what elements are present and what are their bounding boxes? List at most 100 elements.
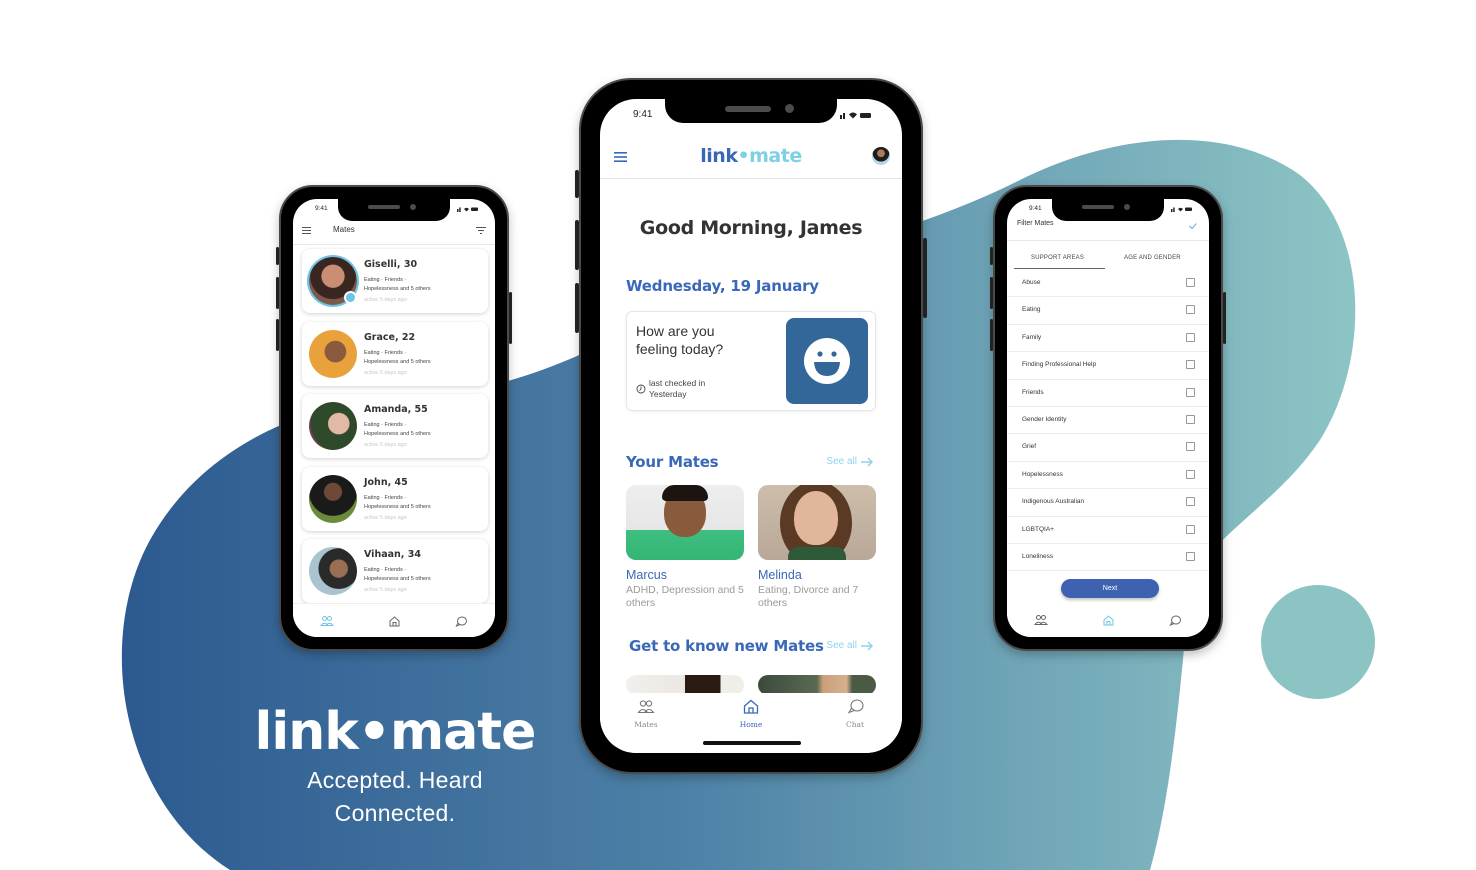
signal-wifi-battery-icon xyxy=(1171,207,1192,212)
filter-checkbox[interactable] xyxy=(1186,524,1195,534)
new-mate-photo[interactable] xyxy=(626,675,744,695)
mate-card[interactable]: Giselli, 30 Eating · Friends · Hopelessne… xyxy=(302,249,488,313)
power-button xyxy=(509,292,512,344)
filter-row[interactable]: Abuse xyxy=(1007,270,1209,298)
app-header: link•mate xyxy=(600,139,902,179)
tab-label: Mates xyxy=(634,720,658,729)
tab-mates[interactable] xyxy=(317,613,337,629)
your-mates-title: Your Mates xyxy=(626,453,719,471)
volume-up-button xyxy=(990,277,993,309)
tab-home[interactable] xyxy=(1098,612,1118,628)
mate-card[interactable]: John, 45 Eating · Friends · Hopelessness … xyxy=(302,466,488,531)
mate-tags: Eating · Friends · Hopelessness and 5 oth… xyxy=(364,349,431,365)
mates-list-screen: 9:41 Mates Giselli, 30 Eating · Friends … xyxy=(293,199,495,637)
mate-description: Eating, Divorce and 7 others xyxy=(758,584,859,609)
status-time: 9:41 xyxy=(633,109,653,120)
mate-card[interactable]: Amanda, 55 Eating · Friends · Hopelessnes… xyxy=(302,394,488,458)
mate-name: Grace, 22 xyxy=(364,331,416,343)
new-mate-photo[interactable] xyxy=(758,675,876,695)
filter-checkbox[interactable] xyxy=(1186,415,1195,424)
next-button[interactable]: Next xyxy=(1061,579,1159,598)
filter-checkbox[interactable] xyxy=(1186,360,1195,370)
filter-row[interactable]: Loneliness xyxy=(1007,544,1209,572)
filter-row[interactable]: Indigenous Australian xyxy=(1007,489,1209,517)
tagline-line2: Connected. xyxy=(334,800,456,826)
home-indicator xyxy=(703,741,801,745)
app-logo: link•mate xyxy=(700,145,802,167)
mute-switch xyxy=(575,170,579,198)
filter-checkbox[interactable] xyxy=(1186,497,1195,507)
filter-checkbox[interactable] xyxy=(1186,469,1195,479)
brand-block: link•mate Accepted. Heard Connected. xyxy=(230,700,560,830)
filter-row[interactable]: Gender Identity xyxy=(1007,407,1209,435)
mood-question: How are you feeling today? xyxy=(636,323,724,357)
avatar xyxy=(309,402,357,450)
filter-label: Hopelessness xyxy=(1022,470,1063,478)
volume-down-button xyxy=(276,319,279,351)
filter-row[interactable]: Family xyxy=(1007,325,1209,353)
smiley-icon xyxy=(804,338,850,384)
people-icon xyxy=(637,700,655,714)
filter-title: Filter Mates xyxy=(1017,220,1054,227)
status-time: 9:41 xyxy=(315,205,328,212)
filter-checkbox[interactable] xyxy=(1186,332,1195,342)
clock-icon xyxy=(636,384,646,394)
tab-home[interactable]: Home xyxy=(726,699,776,729)
people-icon xyxy=(320,616,334,626)
mate-card[interactable]: Grace, 22 Eating · Friends · Hopelessness… xyxy=(302,321,488,386)
filter-row[interactable]: Hopelessness xyxy=(1007,462,1209,490)
filter-checkbox[interactable] xyxy=(1186,278,1195,287)
phone-mates-list: 9:41 Mates Giselli, 30 Eating · Friends … xyxy=(276,185,512,651)
tab-age-and-gender[interactable]: AGE AND GENDER xyxy=(1124,255,1181,261)
notch xyxy=(665,99,837,123)
filter-row[interactable]: Friends xyxy=(1007,380,1209,407)
tab-chat[interactable]: Chat xyxy=(830,699,880,729)
mate-tags: Eating · Friends · Hopelessness and 5 oth… xyxy=(364,494,431,510)
check-icon[interactable] xyxy=(1189,223,1197,229)
filter-checkbox[interactable] xyxy=(1186,305,1195,315)
background-circle xyxy=(1261,585,1375,699)
avatar xyxy=(309,329,357,378)
filter-row[interactable]: Finding Professional Help xyxy=(1007,352,1209,380)
mood-checkin-card[interactable]: How are you feeling today? last checked … xyxy=(626,311,876,411)
filter-icon[interactable] xyxy=(476,227,486,234)
filter-row[interactable]: LGBTQIA+ xyxy=(1007,517,1209,544)
current-date: Wednesday, 19 January xyxy=(626,277,819,295)
filter-label: LGBTQIA+ xyxy=(1022,525,1054,533)
profile-avatar[interactable] xyxy=(872,147,890,165)
home-icon xyxy=(743,699,759,714)
mate-photo-melinda[interactable] xyxy=(758,485,876,560)
tab-chat[interactable] xyxy=(1165,612,1185,628)
mate-name[interactable]: Marcus xyxy=(626,568,667,582)
tab-support-areas[interactable]: SUPPORT AREAS xyxy=(1031,255,1084,261)
tab-label: Chat xyxy=(845,720,865,729)
mute-switch xyxy=(276,247,279,265)
tagline-line1: Accepted. Heard xyxy=(307,767,483,793)
active-tab-indicator xyxy=(1014,268,1105,269)
filter-label: Family xyxy=(1022,333,1042,341)
hamburger-icon[interactable] xyxy=(302,227,311,234)
tab-chat[interactable] xyxy=(451,613,471,629)
new-mates-see-all[interactable]: See all xyxy=(826,640,874,651)
tab-home[interactable] xyxy=(384,613,404,629)
brand-logo: link•mate xyxy=(254,702,537,762)
mates-title: Mates xyxy=(333,225,355,234)
chat-icon xyxy=(455,616,467,627)
mate-name[interactable]: Melinda xyxy=(758,568,802,582)
your-mates-see-all[interactable]: See all xyxy=(826,456,874,467)
avatar xyxy=(309,474,357,523)
filter-row[interactable]: Eating xyxy=(1007,297,1209,325)
filter-label: Eating xyxy=(1022,306,1041,314)
mate-card[interactable]: Vihaan, 34 Eating · Friends · Hopelessnes… xyxy=(302,539,488,603)
filter-checkbox[interactable] xyxy=(1186,442,1195,452)
mates-header: Mates xyxy=(293,217,495,245)
mood-button[interactable] xyxy=(786,318,868,404)
filter-checkbox[interactable] xyxy=(1186,387,1195,397)
mate-photo-marcus[interactable] xyxy=(626,485,744,560)
arrow-right-icon xyxy=(861,456,874,467)
filter-checkbox[interactable] xyxy=(1186,552,1195,561)
filter-row[interactable]: Grief xyxy=(1007,434,1209,462)
tab-mates[interactable] xyxy=(1031,612,1051,628)
verified-badge-icon xyxy=(344,291,357,304)
tab-mates[interactable]: Mates xyxy=(621,699,671,729)
